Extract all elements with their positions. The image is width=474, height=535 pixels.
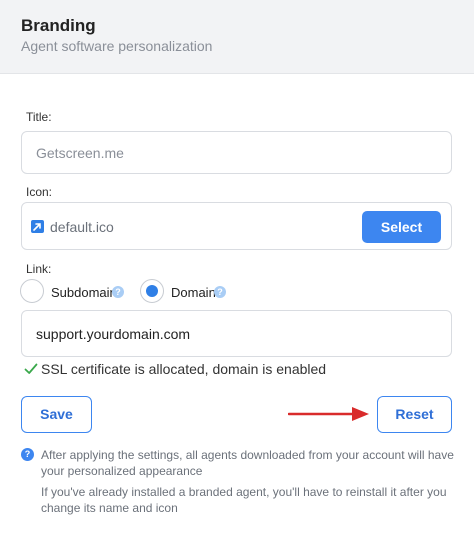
checkmark-icon bbox=[24, 363, 38, 374]
page-header: Branding Agent software personalization bbox=[0, 0, 474, 74]
subdomain-label: Subdomain bbox=[51, 285, 117, 300]
subdomain-help-icon[interactable]: ? bbox=[112, 286, 124, 298]
page-subtitle: Agent software personalization bbox=[21, 38, 213, 54]
info-text-line: change its name and icon bbox=[41, 501, 178, 515]
info-text-line: your personalized appearance bbox=[41, 464, 203, 478]
red-arrow-annotation-icon bbox=[288, 407, 369, 421]
info-text-line: After applying the settings, all agents … bbox=[41, 448, 454, 462]
domain-radio[interactable] bbox=[140, 279, 164, 303]
save-button[interactable]: Save bbox=[21, 396, 92, 433]
info-question-icon: ? bbox=[21, 448, 34, 461]
radio-selected-dot bbox=[146, 285, 158, 297]
info-text-line: If you've already installed a branded ag… bbox=[41, 485, 447, 499]
domain-label: Domain bbox=[171, 285, 216, 300]
reset-button[interactable]: Reset bbox=[377, 396, 452, 433]
file-arrow-icon bbox=[31, 220, 44, 233]
select-icon-button[interactable]: Select bbox=[362, 211, 441, 243]
title-label: Title: bbox=[26, 110, 52, 124]
icon-label: Icon: bbox=[26, 185, 53, 199]
page-title: Branding bbox=[21, 16, 96, 35]
domain-input[interactable]: support.yourdomain.com bbox=[21, 310, 452, 357]
domain-help-icon[interactable]: ? bbox=[214, 286, 226, 298]
subdomain-radio[interactable] bbox=[20, 279, 44, 303]
icon-field: default.ico Select bbox=[21, 202, 452, 250]
domain-input-value: support.yourdomain.com bbox=[36, 326, 191, 342]
ssl-status: SSL certificate is allocated, domain is … bbox=[41, 361, 327, 377]
title-input-value: Getscreen.me bbox=[36, 145, 124, 161]
icon-filename: default.ico bbox=[50, 219, 114, 235]
title-input[interactable]: Getscreen.me bbox=[21, 131, 452, 174]
link-label: Link: bbox=[26, 262, 52, 276]
